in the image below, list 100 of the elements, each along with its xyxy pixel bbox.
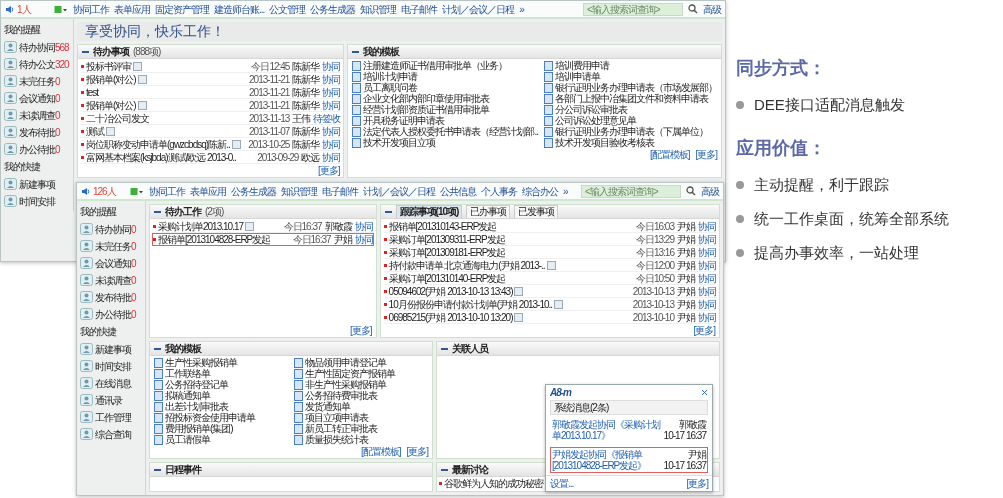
nav-link[interactable]: 协同工作 — [73, 3, 109, 15]
close-icon[interactable] — [701, 389, 708, 396]
item-title[interactable]: 持付款申请单 北京通海电力(尹娟 2013-.. — [388, 260, 545, 271]
shortcut-link[interactable]: 工作管理 — [95, 411, 131, 423]
template-link[interactable]: 物品领用申请登记单 — [305, 357, 386, 368]
template-link[interactable]: 费用报销单(集团) — [165, 423, 233, 434]
template-link[interactable]: 技术开发项目验收考核表 — [555, 137, 654, 148]
message-item[interactable]: 尹娟发起协同《报销单[2013104828-ERP发起》 尹娟 10-17 16:37 — [550, 447, 708, 473]
shortcut-link[interactable]: 新建事项 — [19, 178, 55, 190]
nav-link[interactable]: 公务生成器 — [310, 3, 356, 15]
list-row[interactable]: test 2013-11-21 陈新华 协同 — [80, 86, 342, 99]
item-type[interactable]: 协同 — [354, 221, 373, 232]
list-row[interactable]: 报销单[201310143-ERP发起 今日16:03 尹娟 协同 — [382, 220, 717, 233]
list-row[interactable]: 富网基本档案(ksjbda)测试/欧远 2013-0.. 2013-09-29 欧远 协同 — [80, 151, 342, 164]
item-type[interactable]: 协同 — [698, 299, 716, 310]
item-title[interactable]: 06985215(尹娟 2013-10-10 13:20) — [388, 312, 513, 323]
template-link[interactable]: 公司诉讼处理意见单 — [555, 115, 636, 126]
list-row[interactable]: 采购订单[201310140-ERP发起 今日10:50 尹娟 协同 — [382, 272, 717, 285]
template-link[interactable]: 员工离职问卷 — [363, 82, 418, 93]
reminder-link[interactable]: 待办协同568 — [19, 41, 69, 53]
shortcut-link[interactable]: 时间安排 — [19, 195, 55, 207]
list-row[interactable]: 采购计划单2013.10.17 今日16:37 郭敬霞 协同 — [152, 220, 374, 233]
template-link[interactable]: 培训费用申请 — [555, 60, 609, 71]
shortcut-link[interactable]: 在线消息 — [95, 377, 131, 389]
item-type[interactable]: 协同 — [698, 312, 716, 323]
item-type[interactable]: 协同 — [322, 61, 341, 72]
nav-link[interactable]: 知识管理 — [281, 185, 317, 197]
reminder-link[interactable]: 未完任务0 — [19, 75, 60, 87]
item-title[interactable]: 岗位职称变动申请单(gwzcbdsq)陈新.. — [86, 139, 230, 150]
advanced-link[interactable]: 高级 — [703, 3, 721, 15]
nav-link[interactable]: 电子邮件 — [401, 3, 438, 15]
template-link[interactable]: 法定代表人授权委托书申请表（经营计划部.. — [363, 126, 538, 137]
list-row[interactable]: 岗位职称变动申请单(gwzcbdsq)陈新.. 2013-10-25 陈新华 协同 — [80, 138, 342, 151]
item-type[interactable]: 协同 — [698, 273, 716, 284]
item-type[interactable]: 协同 — [698, 221, 716, 232]
item-title[interactable]: 采购订单[201309181-ERP发起 — [388, 247, 506, 258]
message-link[interactable]: 尹娟发起协同《报销单[2013104828-ERP发起》 — [552, 449, 661, 471]
reminder-link[interactable]: 未读调查0 — [19, 109, 60, 121]
shortcut-link[interactable]: 新建事项 — [95, 343, 131, 355]
list-row[interactable]: 持付款申请单 北京通海电力(尹娟 2013-.. 今日12:00 尹娟 协同 — [382, 259, 717, 272]
status-icon[interactable] — [54, 4, 68, 14]
nav-link[interactable]: 表单应用 — [190, 185, 226, 197]
reminder-link[interactable]: 待办公文320 — [19, 58, 69, 70]
nav-link[interactable]: 公文管理 — [269, 3, 306, 15]
template-link[interactable]: 银行证明业务办理申请表（下属单位） — [555, 126, 708, 137]
item-title[interactable]: test — [86, 87, 99, 98]
item-type[interactable]: 协同 — [698, 260, 716, 271]
more-link[interactable]: [配置模板] — [649, 149, 690, 160]
list-row[interactable]: 06985215(尹娟 2013-10-10 13:20) 2013-10-10 尹娟 协同 — [382, 311, 717, 324]
reminder-link[interactable]: 发布待批0 — [95, 291, 136, 303]
nav-link[interactable]: 公务生成器 — [231, 185, 276, 197]
item-title[interactable]: 富网基本档案(ksjbda)测试/欧远 2013-0.. — [86, 152, 236, 163]
nav-link[interactable]: 表单应用 — [114, 3, 150, 15]
nav-link[interactable]: 计划／会议／日程 — [363, 185, 435, 197]
reminder-link[interactable]: 未完任务0 — [95, 240, 136, 252]
item-type[interactable]: 协同 — [322, 100, 341, 111]
template-link[interactable]: 招投标资金使用申请单 — [165, 412, 255, 423]
more-link[interactable]: [更多] — [350, 325, 372, 336]
template-link[interactable]: 出差计划审批表 — [165, 401, 228, 412]
list-row[interactable]: 二十冶公司发文 2013-11-13 王伟 待签收 — [80, 112, 342, 125]
list-row[interactable]: 报销单(对公) 2013-11-21 陈新华 协同 — [80, 99, 342, 112]
template-link[interactable]: 新员工转正审批表 — [305, 423, 377, 434]
item-type[interactable]: 协同 — [354, 234, 373, 245]
template-link[interactable]: 培训计划申请 — [363, 71, 418, 82]
nav-link[interactable]: 个人事务 — [481, 185, 517, 197]
collapse-icon[interactable] — [82, 50, 89, 53]
template-link[interactable]: 银行证明业务办理申请表（市场发展部） — [555, 82, 717, 93]
list-row[interactable]: 投标书评审 今日12:45 陈新华 协同 — [80, 60, 342, 73]
more-link[interactable]: [配置模板] — [360, 446, 401, 457]
nav-link[interactable]: » — [519, 3, 524, 15]
template-link[interactable]: 技术开发项目立项 — [363, 137, 436, 148]
list-row[interactable]: 报销单(对公) 2013-11-21 陈新华 协同 — [80, 73, 342, 86]
item-title[interactable]: 采购计划单2013.10.17 — [158, 221, 244, 232]
more-link[interactable]: [更多] — [406, 446, 428, 457]
template-link[interactable]: 分公司诉讼审批表 — [555, 104, 627, 115]
nav-link[interactable]: 建造师台账... — [214, 3, 265, 15]
tab[interactable]: 已办事项 — [466, 205, 511, 218]
collapse-icon[interactable] — [154, 347, 161, 350]
nav-link[interactable]: 知识管理 — [360, 3, 397, 15]
search-icon[interactable] — [688, 4, 698, 14]
item-title[interactable]: 测试 — [86, 126, 104, 137]
list-row[interactable]: 测试 2013-11-07 陈新华 协同 — [80, 125, 342, 138]
item-type[interactable]: 协同 — [322, 126, 341, 137]
template-link[interactable]: 生产性采购报销单 — [165, 357, 237, 368]
shortcut-link[interactable]: 时间安排 — [95, 360, 131, 372]
reminder-link[interactable]: 会议通知0 — [95, 257, 136, 269]
tab[interactable]: 跟踪事项(10项) — [395, 205, 463, 218]
reminder-link[interactable]: 未读调查0 — [95, 274, 136, 286]
item-title[interactable]: 采购订单[201309311-ERP发起 — [388, 234, 505, 245]
reminder-link[interactable]: 会议通知0 — [19, 92, 60, 104]
template-link[interactable]: 注册建造师证书借用审批单（业务） — [363, 60, 508, 71]
template-link[interactable]: 公务招待费审批表 — [305, 390, 377, 401]
collapse-icon[interactable] — [441, 347, 448, 350]
nav-link[interactable]: 电子邮件 — [322, 185, 358, 197]
collapse-icon[interactable] — [154, 210, 161, 213]
nav-link[interactable]: 公共信息 — [440, 185, 476, 197]
item-title[interactable]: 10月份报份申请付款计划单(尹娟 2013-10.. — [388, 299, 553, 310]
item-title[interactable]: 报销单[201310143-ERP发起 — [388, 221, 497, 232]
message-item[interactable]: 郭敬霞发起协同《采购计划单2013.10.17》 郭敬霞 10-17 16:37 — [550, 417, 708, 443]
shortcut-link[interactable]: 通讯录 — [95, 394, 122, 406]
